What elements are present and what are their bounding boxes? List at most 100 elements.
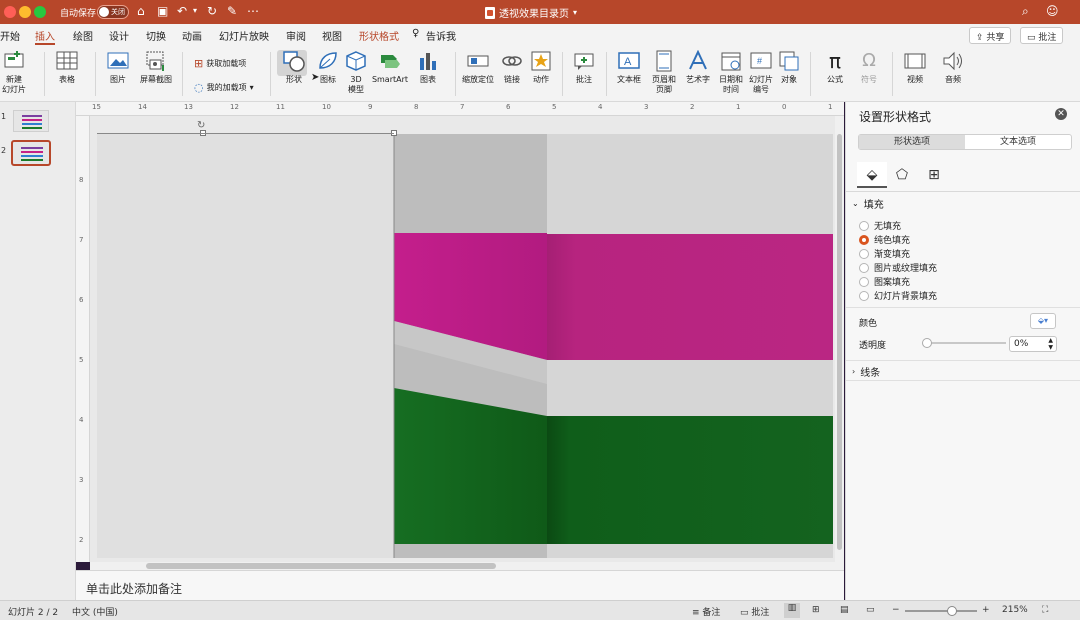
home-icon[interactable]: ⌂ (137, 4, 145, 18)
slide-number-button[interactable]: # 幻灯片 编号 (746, 50, 776, 95)
datetime-button[interactable]: 日期和 时间 (716, 50, 746, 95)
icons-button[interactable]: 图标 (314, 50, 342, 85)
color-picker-button[interactable]: ⬙▾ (1030, 313, 1056, 329)
fill-option-gradient[interactable]: 渐变填充 (859, 247, 910, 260)
equation-button[interactable]: π 公式 (818, 50, 852, 85)
more-icon[interactable]: ⋯ (247, 4, 259, 18)
share-button[interactable]: ⇪ 共享 (969, 27, 1012, 44)
video-button[interactable]: 视频 (900, 50, 930, 85)
comments-toggle[interactable]: ▭ 批注 (740, 605, 769, 618)
radio[interactable] (859, 276, 869, 287)
tab-shape-format[interactable]: 形状格式 (359, 28, 399, 43)
fill-option-none[interactable]: 无填充 (859, 219, 901, 232)
feedback-smiley-icon[interactable]: ☺ (1046, 4, 1059, 18)
shapes-button[interactable]: 形状 (279, 50, 309, 85)
tab-view[interactable]: 视图 (322, 28, 342, 43)
tab-insert[interactable]: 插入 (35, 28, 55, 45)
scrollbar-thumb[interactable] (837, 134, 842, 550)
chart-button[interactable]: 图表 (414, 50, 442, 85)
picture-button[interactable]: 图片 (102, 50, 134, 85)
scrollbar-thumb[interactable] (146, 563, 496, 569)
undo-dropdown-icon[interactable]: ▾ (193, 4, 197, 18)
action-button[interactable]: 动作 (528, 50, 554, 85)
zoom-out-icon[interactable]: − (892, 605, 900, 615)
magenta-band-front[interactable] (547, 234, 833, 360)
symbol-button[interactable]: Ω 符号 (856, 50, 882, 85)
notes-toggle[interactable]: ≡ 备注 (692, 605, 720, 618)
wordart-button[interactable]: 艺术字 (683, 49, 713, 85)
size-properties-icon[interactable]: ⊞ (919, 162, 949, 188)
language-indicator[interactable]: 中文 (中国) (72, 605, 118, 618)
transparency-input[interactable]: 0% ▲ ▼ (1009, 336, 1057, 352)
table-button[interactable]: 表格 (52, 50, 82, 85)
slider-knob[interactable] (922, 338, 932, 348)
tab-home[interactable]: 开始 (0, 28, 20, 43)
zoom-slider-knob[interactable] (947, 606, 957, 616)
search-icon[interactable]: ⌕ (1022, 4, 1029, 18)
radio[interactable] (859, 248, 869, 259)
screenshot-button[interactable]: 屏幕截图 (138, 50, 174, 85)
document-title[interactable]: 透视效果目录页 ▾ (485, 5, 577, 20)
slide-thumbnail-2[interactable] (11, 140, 51, 166)
rotate-handle-icon[interactable]: ↻ (197, 120, 205, 131)
header-footer-button[interactable]: 页眉和 页脚 (648, 50, 680, 95)
slide-thumbnail-1[interactable] (13, 110, 49, 132)
reading-view-icon[interactable]: ▤ (840, 605, 849, 615)
radio[interactable] (859, 290, 869, 301)
redo-icon[interactable]: ↻ (207, 4, 217, 18)
window-maximize-button[interactable] (34, 6, 46, 18)
slide[interactable] (97, 134, 833, 558)
fill-option-solid[interactable]: 纯色填充 (859, 233, 910, 246)
fill-option-pattern[interactable]: 图案填充 (859, 275, 910, 288)
close-icon[interactable]: ✕ (1055, 108, 1067, 120)
my-addins-button[interactable]: ◌ 我的加载项 ▾ (194, 81, 254, 94)
radio[interactable] (859, 220, 869, 231)
notes-placeholder[interactable]: 单击此处添加备注 (86, 580, 182, 597)
stepper-icon[interactable]: ▲ ▼ (1048, 337, 1053, 351)
zoom-slider[interactable] (905, 606, 977, 616)
vertical-scrollbar[interactable] (835, 116, 844, 570)
audio-button[interactable]: 音频 (938, 50, 968, 85)
smartart-button[interactable]: SmartArt (371, 50, 409, 85)
tab-review[interactable]: 审阅 (286, 28, 306, 43)
object-button[interactable]: 对象 (776, 50, 802, 85)
tab-shape-options[interactable]: 形状选项 (859, 135, 965, 149)
tab-tell-me[interactable]: 告诉我 (426, 28, 456, 43)
fill-option-picture[interactable]: 图片或纹理填充 (859, 261, 937, 274)
line-section-header[interactable]: › 线条 (852, 364, 880, 379)
transparency-slider[interactable] (922, 338, 1006, 348)
new-slide-button[interactable]: 新建 幻灯片 (0, 50, 30, 95)
3d-model-button[interactable]: 3D 模型 (343, 50, 369, 95)
horizontal-scrollbar[interactable] (90, 562, 835, 570)
zoom-button[interactable]: 缩放定位 (460, 50, 496, 85)
green-band-front[interactable] (547, 416, 833, 544)
fill-bucket-icon[interactable]: ⬙ (857, 162, 887, 188)
link-button[interactable]: 链接 (500, 50, 524, 85)
window-minimize-button[interactable] (19, 6, 31, 18)
autosave-toggle[interactable]: 关闭 (97, 5, 129, 19)
zoom-level[interactable]: 215% (1002, 605, 1028, 615)
slide-sorter-view-icon[interactable]: ⊞ (812, 605, 820, 615)
radio[interactable] (859, 262, 869, 273)
undo-icon[interactable]: ↶ (177, 4, 187, 18)
insert-comment-button[interactable]: 批注 (570, 50, 598, 85)
save-icon[interactable]: ▣ (157, 4, 168, 18)
pentagon-effects-icon[interactable]: ⬠ (887, 162, 917, 188)
tab-transitions[interactable]: 切换 (146, 28, 166, 43)
textbox-button[interactable]: A 文本框 (614, 50, 644, 85)
tab-draw[interactable]: 绘图 (73, 28, 93, 43)
tab-text-options[interactable]: 文本选项 (965, 135, 1071, 149)
window-close-button[interactable] (4, 6, 16, 18)
radio-selected[interactable] (859, 234, 869, 245)
zoom-in-icon[interactable]: + (982, 605, 990, 615)
comments-button[interactable]: ▭ 批注 (1020, 27, 1064, 44)
fill-option-slide-background[interactable]: 幻灯片背景填充 (859, 289, 937, 302)
format-painter-icon[interactable]: ✎ (227, 4, 237, 18)
tab-animations[interactable]: 动画 (182, 28, 202, 43)
slideshow-view-icon[interactable]: ▭ (866, 605, 875, 615)
tab-design[interactable]: 设计 (109, 28, 129, 43)
fill-section-header[interactable]: ⌄ 填充 (852, 196, 884, 211)
notes-pane[interactable]: 单击此处添加备注 (76, 570, 844, 600)
slide-canvas[interactable]: ↻ (90, 116, 835, 562)
normal-view-button[interactable]: ▥ (784, 603, 800, 618)
